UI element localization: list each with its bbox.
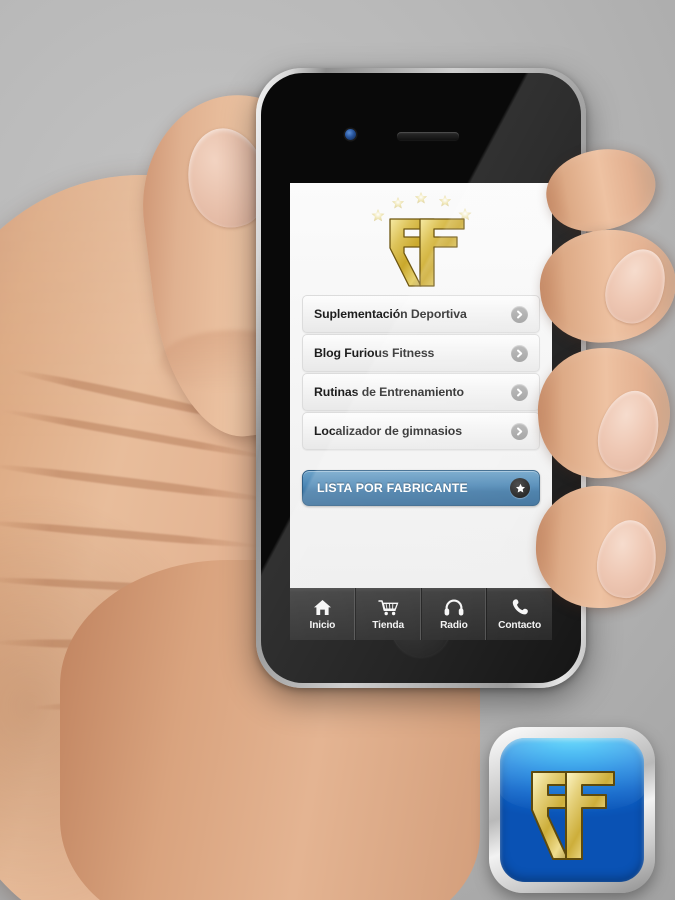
shopping-cart-icon <box>377 597 399 617</box>
app-icon-logo-icon <box>531 771 615 860</box>
tab-inicio[interactable]: Inicio <box>290 588 356 640</box>
front-camera-icon <box>345 129 356 140</box>
cta-label: LISTA POR FABRICANTE <box>317 481 468 495</box>
tab-tienda[interactable]: Tienda <box>356 588 422 640</box>
tab-label: Tienda <box>372 620 404 631</box>
bottom-tab-bar: Inicio Tienda Radio Contacto <box>290 588 552 640</box>
screenshot-stage: Suplementación Deportiva Blog Furious Fi… <box>0 0 675 900</box>
furious-fitness-logo-icon <box>371 192 472 287</box>
cta-container: LISTA POR FABRICANTE <box>302 470 540 506</box>
tab-label: Contacto <box>498 620 542 631</box>
menu-item-blog[interactable]: Blog Furious Fitness <box>302 334 540 372</box>
star-icon <box>510 478 530 498</box>
menu-item-label: Rutinas de Entrenamiento <box>314 385 464 399</box>
app-icon[interactable] <box>489 727 655 893</box>
phone-icon <box>511 597 529 617</box>
headphones-icon <box>444 597 464 617</box>
menu-item-localizador[interactable]: Localizador de gimnasios <box>302 412 540 450</box>
chevron-right-icon <box>511 344 528 362</box>
menu-item-label: Suplementación Deportiva <box>314 307 467 321</box>
earpiece-speaker-icon <box>397 132 459 140</box>
menu-item-rutinas[interactable]: Rutinas de Entrenamiento <box>302 373 540 411</box>
chevron-right-icon <box>511 305 528 323</box>
tab-label: Inicio <box>309 620 336 631</box>
main-menu-list: Suplementación Deportiva Blog Furious Fi… <box>302 295 540 450</box>
app-icon-face <box>500 738 644 882</box>
app-screen: Suplementación Deportiva Blog Furious Fi… <box>290 183 552 588</box>
app-logo <box>290 183 552 295</box>
smartphone-device: Suplementación Deportiva Blog Furious Fi… <box>256 68 586 688</box>
chevron-right-icon <box>511 383 528 401</box>
menu-item-label: Localizador de gimnasios <box>314 424 462 438</box>
lista-por-fabricante-button[interactable]: LISTA POR FABRICANTE <box>302 470 540 506</box>
phone-body: Suplementación Deportiva Blog Furious Fi… <box>261 73 581 683</box>
chevron-right-icon <box>511 422 528 440</box>
tab-radio[interactable]: Radio <box>422 588 488 640</box>
tab-label: Radio <box>440 620 468 631</box>
menu-item-suplementacion[interactable]: Suplementación Deportiva <box>302 295 540 333</box>
tab-contacto[interactable]: Contacto <box>487 588 552 640</box>
home-icon <box>313 597 332 617</box>
menu-item-label: Blog Furious Fitness <box>314 346 435 360</box>
